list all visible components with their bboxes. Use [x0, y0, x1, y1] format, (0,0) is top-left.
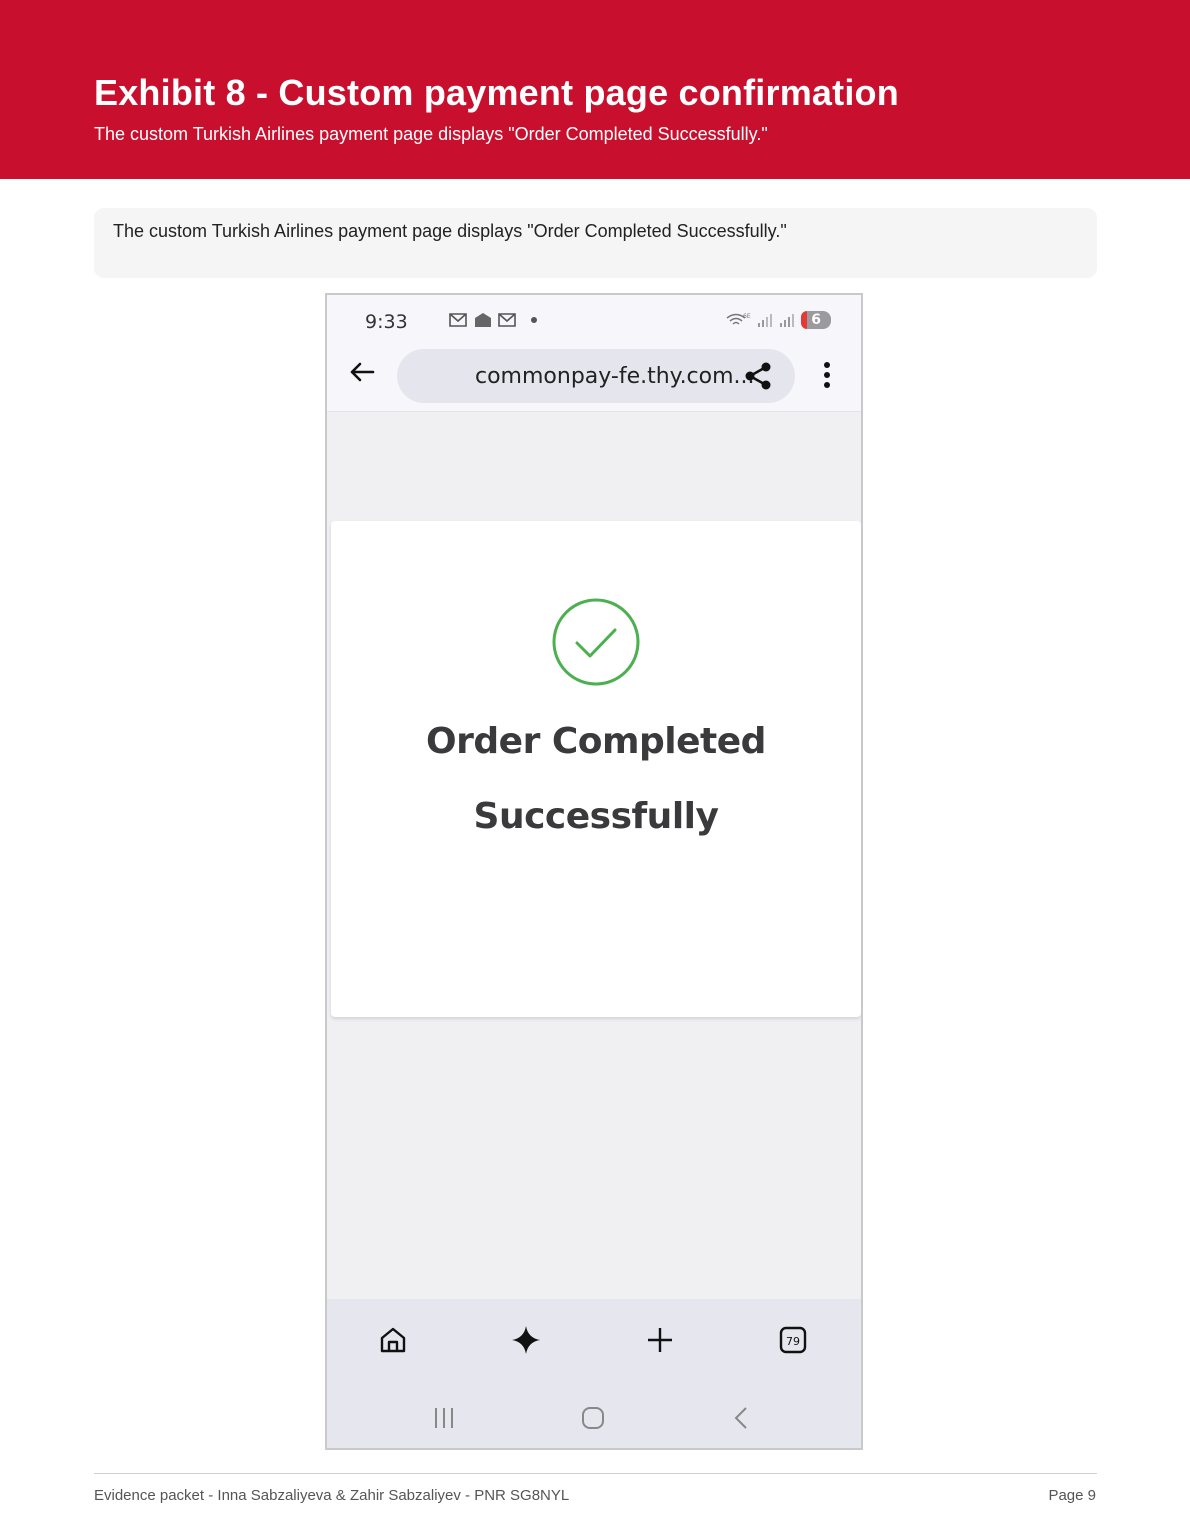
footer-divider: [94, 1473, 1097, 1474]
home-button-icon[interactable]: [580, 1405, 606, 1431]
status-bar: 9:33 6E 6: [327, 295, 861, 343]
confirmation-heading-line2: Successfully: [473, 796, 719, 837]
back-icon[interactable]: [729, 1405, 755, 1431]
browser-address-bar: commonpay-fe.thy.com...: [327, 343, 861, 412]
back-arrow-icon[interactable]: [347, 357, 377, 387]
caption-text: The custom Turkish Airlines payment page…: [113, 221, 787, 241]
footer-left-text: Evidence packet - Inna Sabzaliyeva & Zah…: [94, 1487, 570, 1504]
recents-icon[interactable]: [431, 1405, 457, 1431]
notification-dot-icon: [531, 317, 538, 323]
success-check-icon: [552, 598, 640, 686]
inbox-icon: [474, 313, 491, 327]
share-icon[interactable]: [743, 361, 773, 391]
home-icon[interactable]: [378, 1325, 408, 1355]
exhibit-header: Exhibit 8 - Custom payment page confirma…: [0, 0, 1190, 179]
tabs-count: 79: [786, 1335, 800, 1348]
phone-screenshot: 9:33 6E 6 commonpay-fe.thy.com... Order …: [325, 293, 863, 1450]
footer-page-number: Page 9: [1048, 1487, 1096, 1504]
status-right: 6E 6: [725, 311, 831, 329]
sparkle-icon[interactable]: [511, 1325, 541, 1355]
exhibit-title: Exhibit 8 - Custom payment page confirma…: [94, 72, 899, 113]
browser-bottom-nav: 79: [327, 1299, 861, 1448]
plus-icon[interactable]: [645, 1325, 675, 1355]
confirmation-card: Order Completed Successfully: [331, 521, 861, 1017]
signal-icon: [758, 314, 773, 327]
url-text: commonpay-fe.thy.com...: [475, 364, 755, 389]
more-vert-icon[interactable]: [823, 361, 831, 389]
gmail-icon: [498, 313, 517, 327]
notification-icons: [413, 311, 539, 331]
gmail-icon: [449, 313, 467, 327]
confirmation-heading-line1: Order Completed: [426, 721, 766, 762]
tabs-icon[interactable]: 79: [778, 1325, 808, 1355]
caption-box: The custom Turkish Airlines payment page…: [94, 208, 1097, 278]
url-field[interactable]: commonpay-fe.thy.com...: [397, 349, 795, 403]
wifi-label: 6E: [743, 313, 751, 320]
battery-indicator: 6: [801, 311, 831, 329]
exhibit-subtitle: The custom Turkish Airlines payment page…: [94, 124, 768, 144]
signal-icon-2: [780, 314, 795, 327]
status-time: 9:33: [365, 311, 408, 333]
wifi-icon: 6E: [726, 313, 751, 325]
